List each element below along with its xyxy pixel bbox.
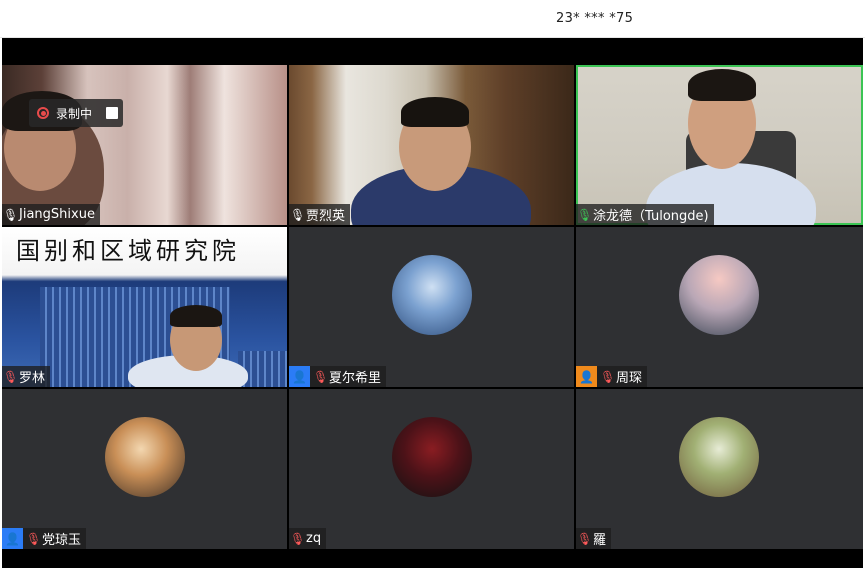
participant-avatar [679, 255, 759, 335]
video-tile-dangqiongyu[interactable]: 👤 🎙 党琼玉 [2, 389, 287, 549]
video-tile-xiaerxili[interactable]: 👤 🎙 夏尔希里 [289, 227, 574, 387]
participant-name-tag: 🎙 罗林 [2, 366, 51, 387]
meeting-id: 23* *** *75 [556, 11, 634, 26]
video-tile-zhouchen[interactable]: 👤 🎙 周琛 [576, 227, 863, 387]
user-icon: 👤 [576, 366, 597, 387]
participant-name: JiangShixue [19, 207, 95, 222]
participant-name-tag: 🎙 JiangShixue [2, 204, 100, 225]
participant-name: 周琛 [616, 371, 643, 386]
participant-name: 贾烈英 [306, 209, 346, 224]
participant-avatar [392, 417, 472, 497]
participant-name-tag: 👤 🎙 周琛 [576, 366, 648, 387]
participant-name-tag: 👤 🎙 党琼玉 [2, 528, 87, 549]
stop-recording-button[interactable] [106, 107, 119, 119]
participant-name: 羅 [593, 533, 607, 548]
video-tile-luolin[interactable]: 国别和区域研究院 🎙 罗林 [2, 227, 287, 387]
participant-video-hair [688, 69, 756, 101]
participant-name: 党琼玉 [42, 533, 82, 548]
video-tile-jiangshixue[interactable]: 录制中 🎙 JiangShixue [2, 65, 287, 225]
video-tile-zq[interactable]: 🎙 zq [289, 389, 574, 549]
microphone-muted-icon: 🎙 [26, 531, 42, 546]
microphone-icon: 🎙 [3, 207, 19, 222]
participant-name-tag: 🎙 涂龙德（Tulongde) [576, 204, 714, 225]
microphone-muted-icon: 🎙 [3, 369, 19, 384]
participant-avatar [105, 417, 185, 497]
participant-name-tag: 🎙 zq [289, 528, 327, 549]
microphone-muted-icon: 🎙 [313, 369, 329, 384]
participant-name-tag: 👤 🎙 夏尔希里 [289, 366, 387, 387]
microphone-muted-icon: 🎙 [290, 531, 306, 546]
microphone-muted-icon: 🎙 [577, 531, 593, 546]
record-icon [37, 107, 49, 119]
participant-name-tag: 🎙 贾烈英 [289, 204, 351, 225]
microphone-active-icon: 🎙 [577, 207, 593, 222]
video-tile-tulongde[interactable]: 🎙 涂龙德（Tulongde) [576, 65, 863, 225]
participant-name-tag: 🎙 羅 [576, 528, 612, 549]
microphone-icon: 🎙 [290, 207, 306, 222]
participant-name: 夏尔希里 [329, 371, 382, 386]
participant-name: 罗林 [19, 371, 46, 386]
background-calligraphy: 国别和区域研究院 [16, 237, 240, 265]
microphone-muted-icon: 🎙 [600, 369, 616, 384]
video-tile-jialieying[interactable]: 🎙 贾烈英 [289, 65, 574, 225]
video-tile-luo[interactable]: 🎙 羅 [576, 389, 863, 549]
participant-avatar [392, 255, 472, 335]
recording-indicator[interactable]: 录制中 [29, 99, 123, 127]
participant-avatar [679, 417, 759, 497]
user-icon: 👤 [289, 366, 310, 387]
title-bar: 23* *** *75 [0, 0, 865, 38]
participant-name: 涂龙德（Tulongde) [593, 209, 709, 224]
recording-label: 录制中 [56, 106, 93, 121]
participant-video-hair [170, 305, 222, 327]
participant-name: zq [306, 531, 322, 546]
participant-video-hair [401, 97, 469, 127]
user-icon: 👤 [2, 528, 23, 549]
video-grid: 录制中 🎙 JiangShixue 🎙 贾烈英 🎙 涂龙德（Tulongde) … [2, 38, 863, 568]
